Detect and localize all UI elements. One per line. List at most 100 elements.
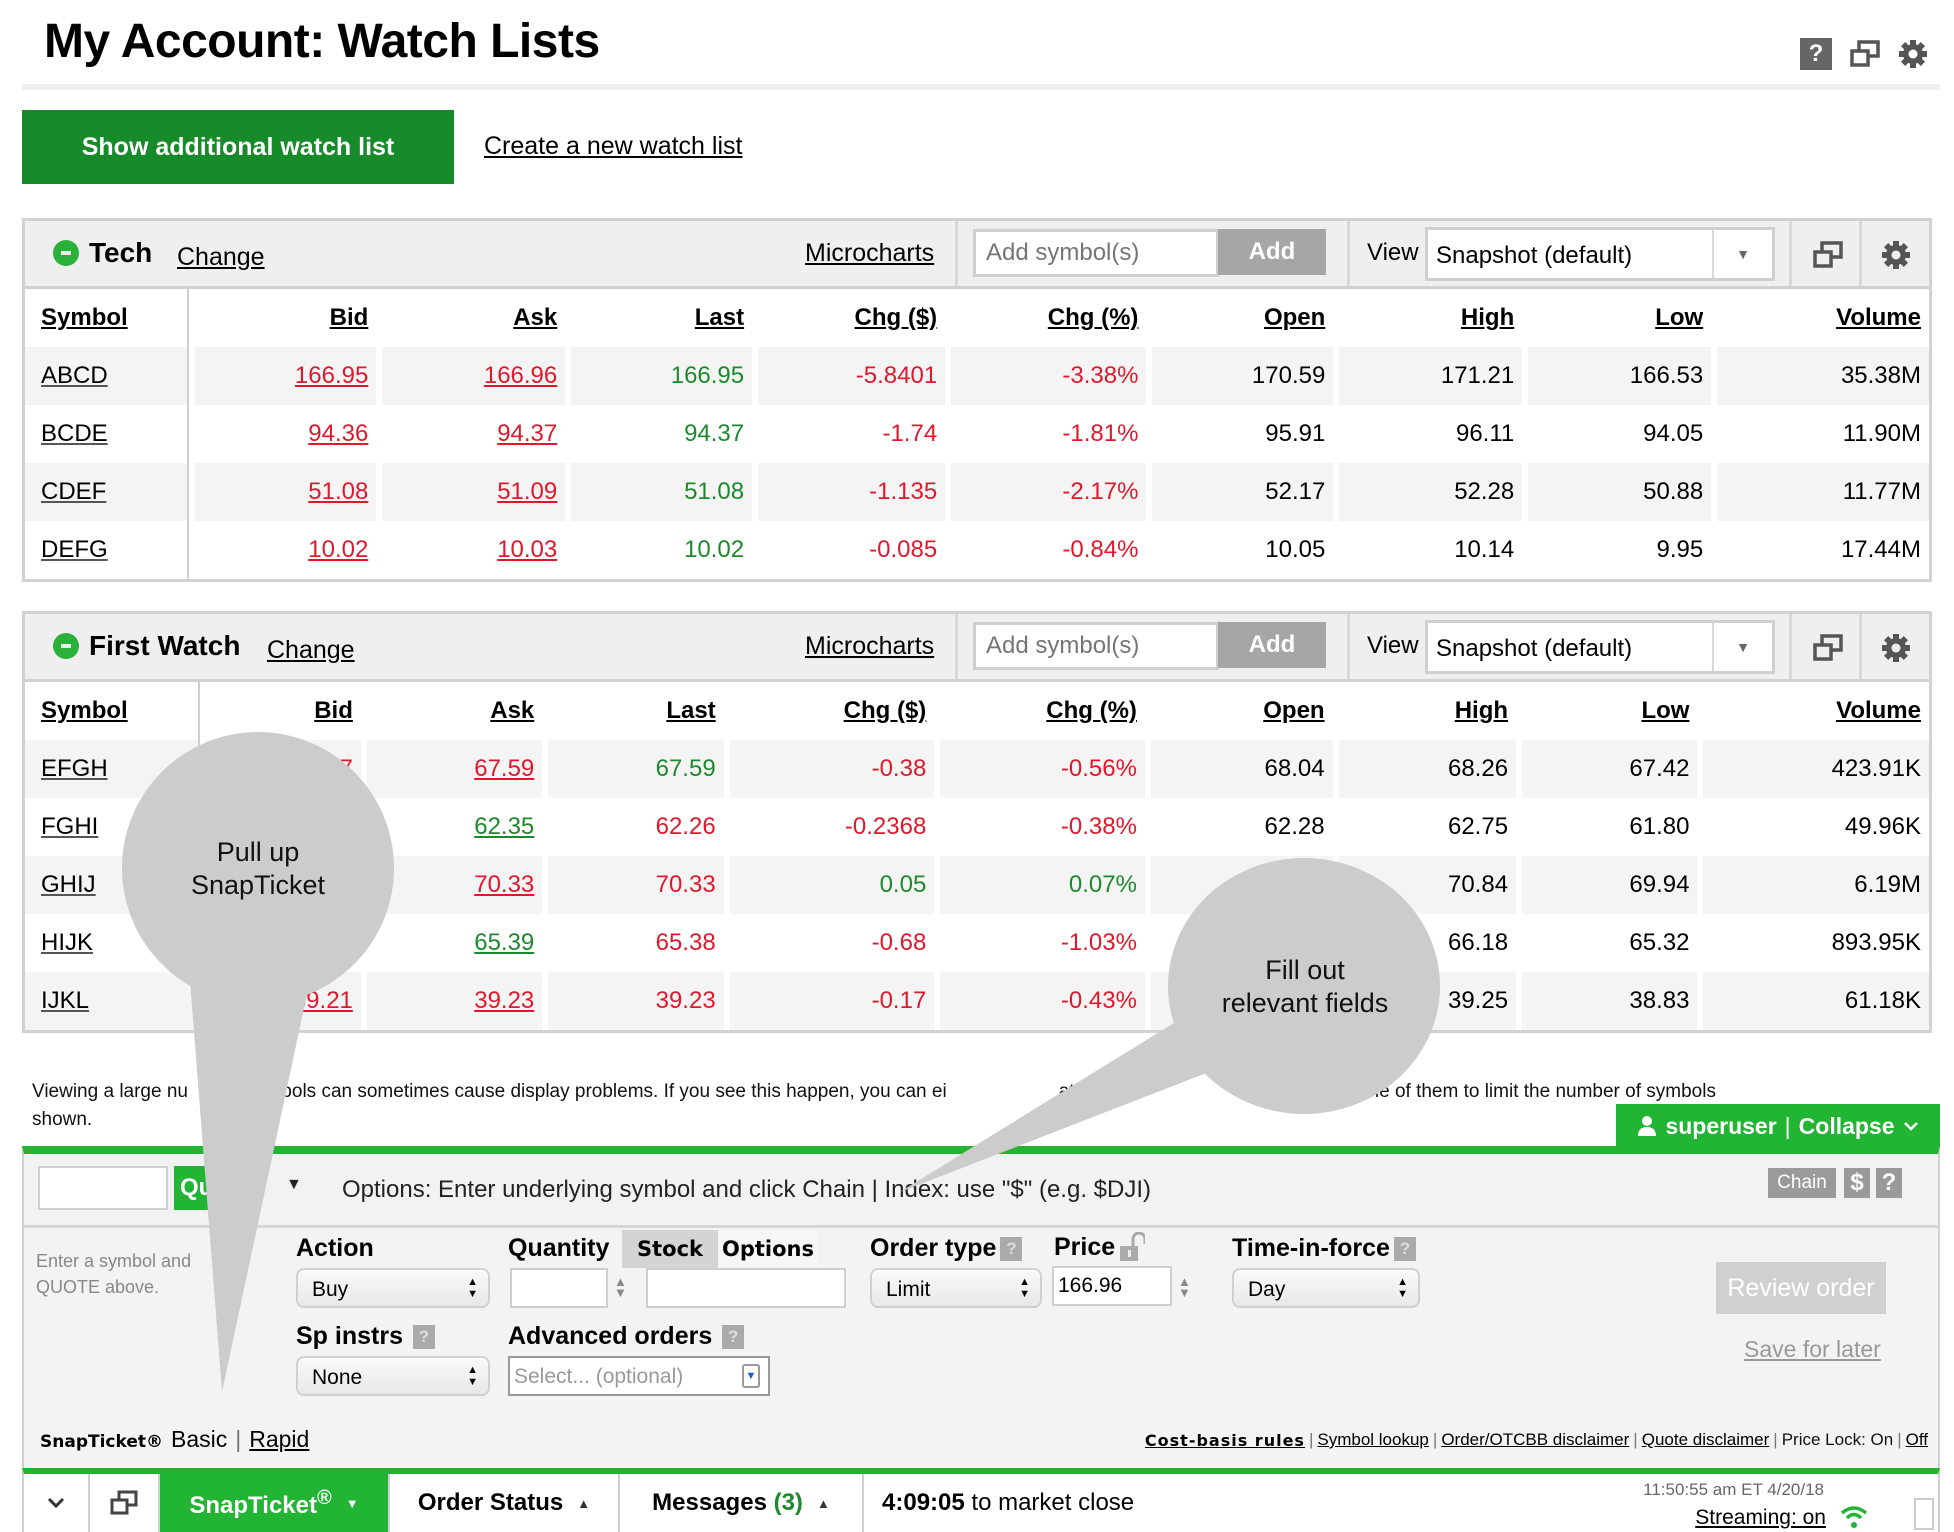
column-header-chg-dollar[interactable]: Chg ($) [730, 682, 935, 740]
cell-ask[interactable]: 67.59 [366, 740, 543, 798]
column-header-ask[interactable]: Ask [367, 682, 542, 740]
help-icon[interactable]: ? [1000, 1236, 1023, 1261]
column-header-low[interactable]: Low [1528, 289, 1711, 347]
help-icon[interactable]: ? [722, 1324, 745, 1349]
add-symbol-button[interactable]: Add [1218, 622, 1326, 668]
unlock-icon[interactable] [1119, 1232, 1146, 1262]
segment-stock[interactable]: Stock [622, 1230, 718, 1268]
sp-instrs-select[interactable]: None ▲ ▼ [296, 1356, 490, 1396]
change-watchlist-link[interactable]: Change [267, 636, 355, 665]
order-otcbb-disclaimer-link[interactable]: Order/OTCBB disclaimer [1441, 1430, 1629, 1450]
cell-symbol[interactable]: DEFG [25, 521, 190, 579]
review-order-button[interactable]: Review order [1716, 1262, 1886, 1314]
cell-ask[interactable]: 65.39 [367, 914, 542, 972]
column-header-open[interactable]: Open [1151, 682, 1333, 740]
help-icon[interactable]: ? [412, 1324, 435, 1349]
column-header-bid[interactable]: Bid [206, 682, 361, 740]
collapse-button[interactable]: Collapse [1799, 1113, 1895, 1140]
column-header-last[interactable]: Last [548, 682, 723, 740]
options-symbol-input[interactable] [646, 1268, 846, 1308]
tif-select[interactable]: Day ▲ ▼ [1232, 1268, 1420, 1308]
change-watchlist-link[interactable]: Change [177, 243, 265, 272]
action-select[interactable]: Buy ▲ ▼ [296, 1268, 490, 1308]
save-for-later-link[interactable]: Save for later [1744, 1336, 1881, 1363]
messages-tab[interactable]: Messages (3) ▲ [620, 1474, 864, 1532]
segment-options[interactable]: Options [718, 1230, 818, 1268]
gear-icon[interactable] [1876, 235, 1916, 275]
add-symbol-input[interactable] [973, 229, 1219, 277]
help-icon[interactable]: ? [1800, 38, 1832, 70]
mode-rapid-link[interactable]: Rapid [249, 1426, 309, 1453]
view-select[interactable]: Snapshot (default) ▼ [1425, 620, 1775, 674]
cell-ask[interactable]: 94.37 [382, 405, 565, 463]
price-input[interactable] [1052, 1266, 1172, 1306]
advanced-orders-select[interactable]: Select... (optional) ▼ [508, 1356, 770, 1396]
collapse-minus-icon[interactable] [53, 240, 79, 266]
cell-symbol[interactable]: ABCD [25, 347, 190, 405]
column-header-volume[interactable]: Volume [1703, 682, 1929, 740]
price-stepper[interactable]: ▲ ▼ [1178, 1275, 1191, 1299]
cell-ask[interactable]: 70.33 [366, 856, 543, 914]
popout-icon[interactable] [1850, 40, 1880, 68]
cell-bid[interactable]: 10.02 [195, 521, 376, 579]
column-header-open[interactable]: Open [1152, 289, 1333, 347]
cell-bid[interactable]: 39.21 [206, 972, 361, 1030]
quote-button[interactable]: Qu [174, 1166, 254, 1210]
popout-icon[interactable] [1808, 235, 1848, 275]
order-status-tab[interactable]: Order Status ▲ [390, 1474, 620, 1532]
popout-icon[interactable] [1808, 628, 1848, 668]
symbol-lookup-link[interactable]: Symbol lookup [1317, 1430, 1429, 1450]
cell-ask[interactable]: 166.96 [382, 347, 566, 405]
add-symbol-input[interactable] [973, 622, 1219, 670]
price-lock-off-link[interactable]: Off [1906, 1430, 1928, 1450]
cell-symbol[interactable]: HIJK [25, 914, 201, 972]
snapticket-tab[interactable]: SnapTicket® ▼ [160, 1474, 390, 1532]
column-header-volume[interactable]: Volume [1717, 289, 1929, 347]
chain-button[interactable]: Chain [1768, 1168, 1836, 1198]
column-header-low[interactable]: Low [1522, 682, 1697, 740]
microcharts-link[interactable]: Microcharts [805, 239, 934, 268]
help-icon[interactable]: ? [1393, 1236, 1416, 1261]
cell-bid[interactable] [206, 914, 361, 972]
column-header-high[interactable]: High [1339, 289, 1522, 347]
cell-ask[interactable]: 10.03 [382, 521, 565, 579]
show-additional-watchlist-button[interactable]: Show additional watch list [22, 110, 454, 184]
cell-bid[interactable]: 94.36 [195, 405, 376, 463]
cell-symbol[interactable]: IJKL [25, 972, 201, 1030]
popout-tray-button[interactable] [90, 1474, 160, 1532]
column-header-symbol[interactable]: Symbol [25, 682, 201, 740]
dollar-button[interactable]: $ [1844, 1168, 1870, 1198]
quote-dropdown-icon[interactable]: ▼ [286, 1176, 302, 1194]
column-header-symbol[interactable]: Symbol [25, 289, 190, 347]
column-header-chg-dollar[interactable]: Chg ($) [758, 289, 945, 347]
microcharts-link[interactable]: Microcharts [805, 632, 934, 661]
order-type-select[interactable]: Limit ▲ ▼ [870, 1268, 1042, 1308]
column-header-last[interactable]: Last [571, 289, 752, 347]
quantity-stepper[interactable]: ▲ ▼ [614, 1275, 627, 1299]
column-header-chg-percent[interactable]: Chg (%) [940, 682, 1145, 740]
user-collapse-tab[interactable]: superuser | Collapse [1616, 1104, 1940, 1148]
cell-symbol[interactable]: BCDE [25, 405, 190, 463]
add-symbol-button[interactable]: Add [1218, 229, 1326, 275]
cell-ask[interactable]: 39.23 [366, 972, 543, 1030]
quote-disclaimer-link[interactable]: Quote disclaimer [1642, 1430, 1770, 1450]
create-watchlist-link[interactable]: Create a new watch list [484, 132, 742, 161]
cell-symbol[interactable]: EFGH [25, 740, 201, 798]
collapse-tray-button[interactable] [24, 1474, 90, 1532]
quantity-input[interactable] [510, 1268, 608, 1308]
column-header-high[interactable]: High [1339, 682, 1516, 740]
cell-symbol[interactable]: CDEF [25, 463, 190, 521]
scroll-handle[interactable] [1914, 1498, 1934, 1530]
gear-icon[interactable] [1898, 39, 1928, 69]
cell-ask[interactable]: 62.35 [367, 798, 542, 856]
quote-symbol-input[interactable] [38, 1166, 168, 1210]
cell-bid[interactable]: 166.95 [195, 347, 377, 405]
view-select[interactable]: Snapshot (default) ▼ [1425, 227, 1775, 281]
cell-bid[interactable]: 57 [206, 740, 361, 798]
collapse-minus-icon[interactable] [53, 633, 79, 659]
cell-ask[interactable]: 51.09 [382, 463, 566, 521]
column-header-chg-percent[interactable]: Chg (%) [951, 289, 1146, 347]
column-header-bid[interactable]: Bid [195, 289, 376, 347]
cell-bid[interactable]: 51.08 [195, 463, 377, 521]
gear-icon[interactable] [1876, 628, 1916, 668]
